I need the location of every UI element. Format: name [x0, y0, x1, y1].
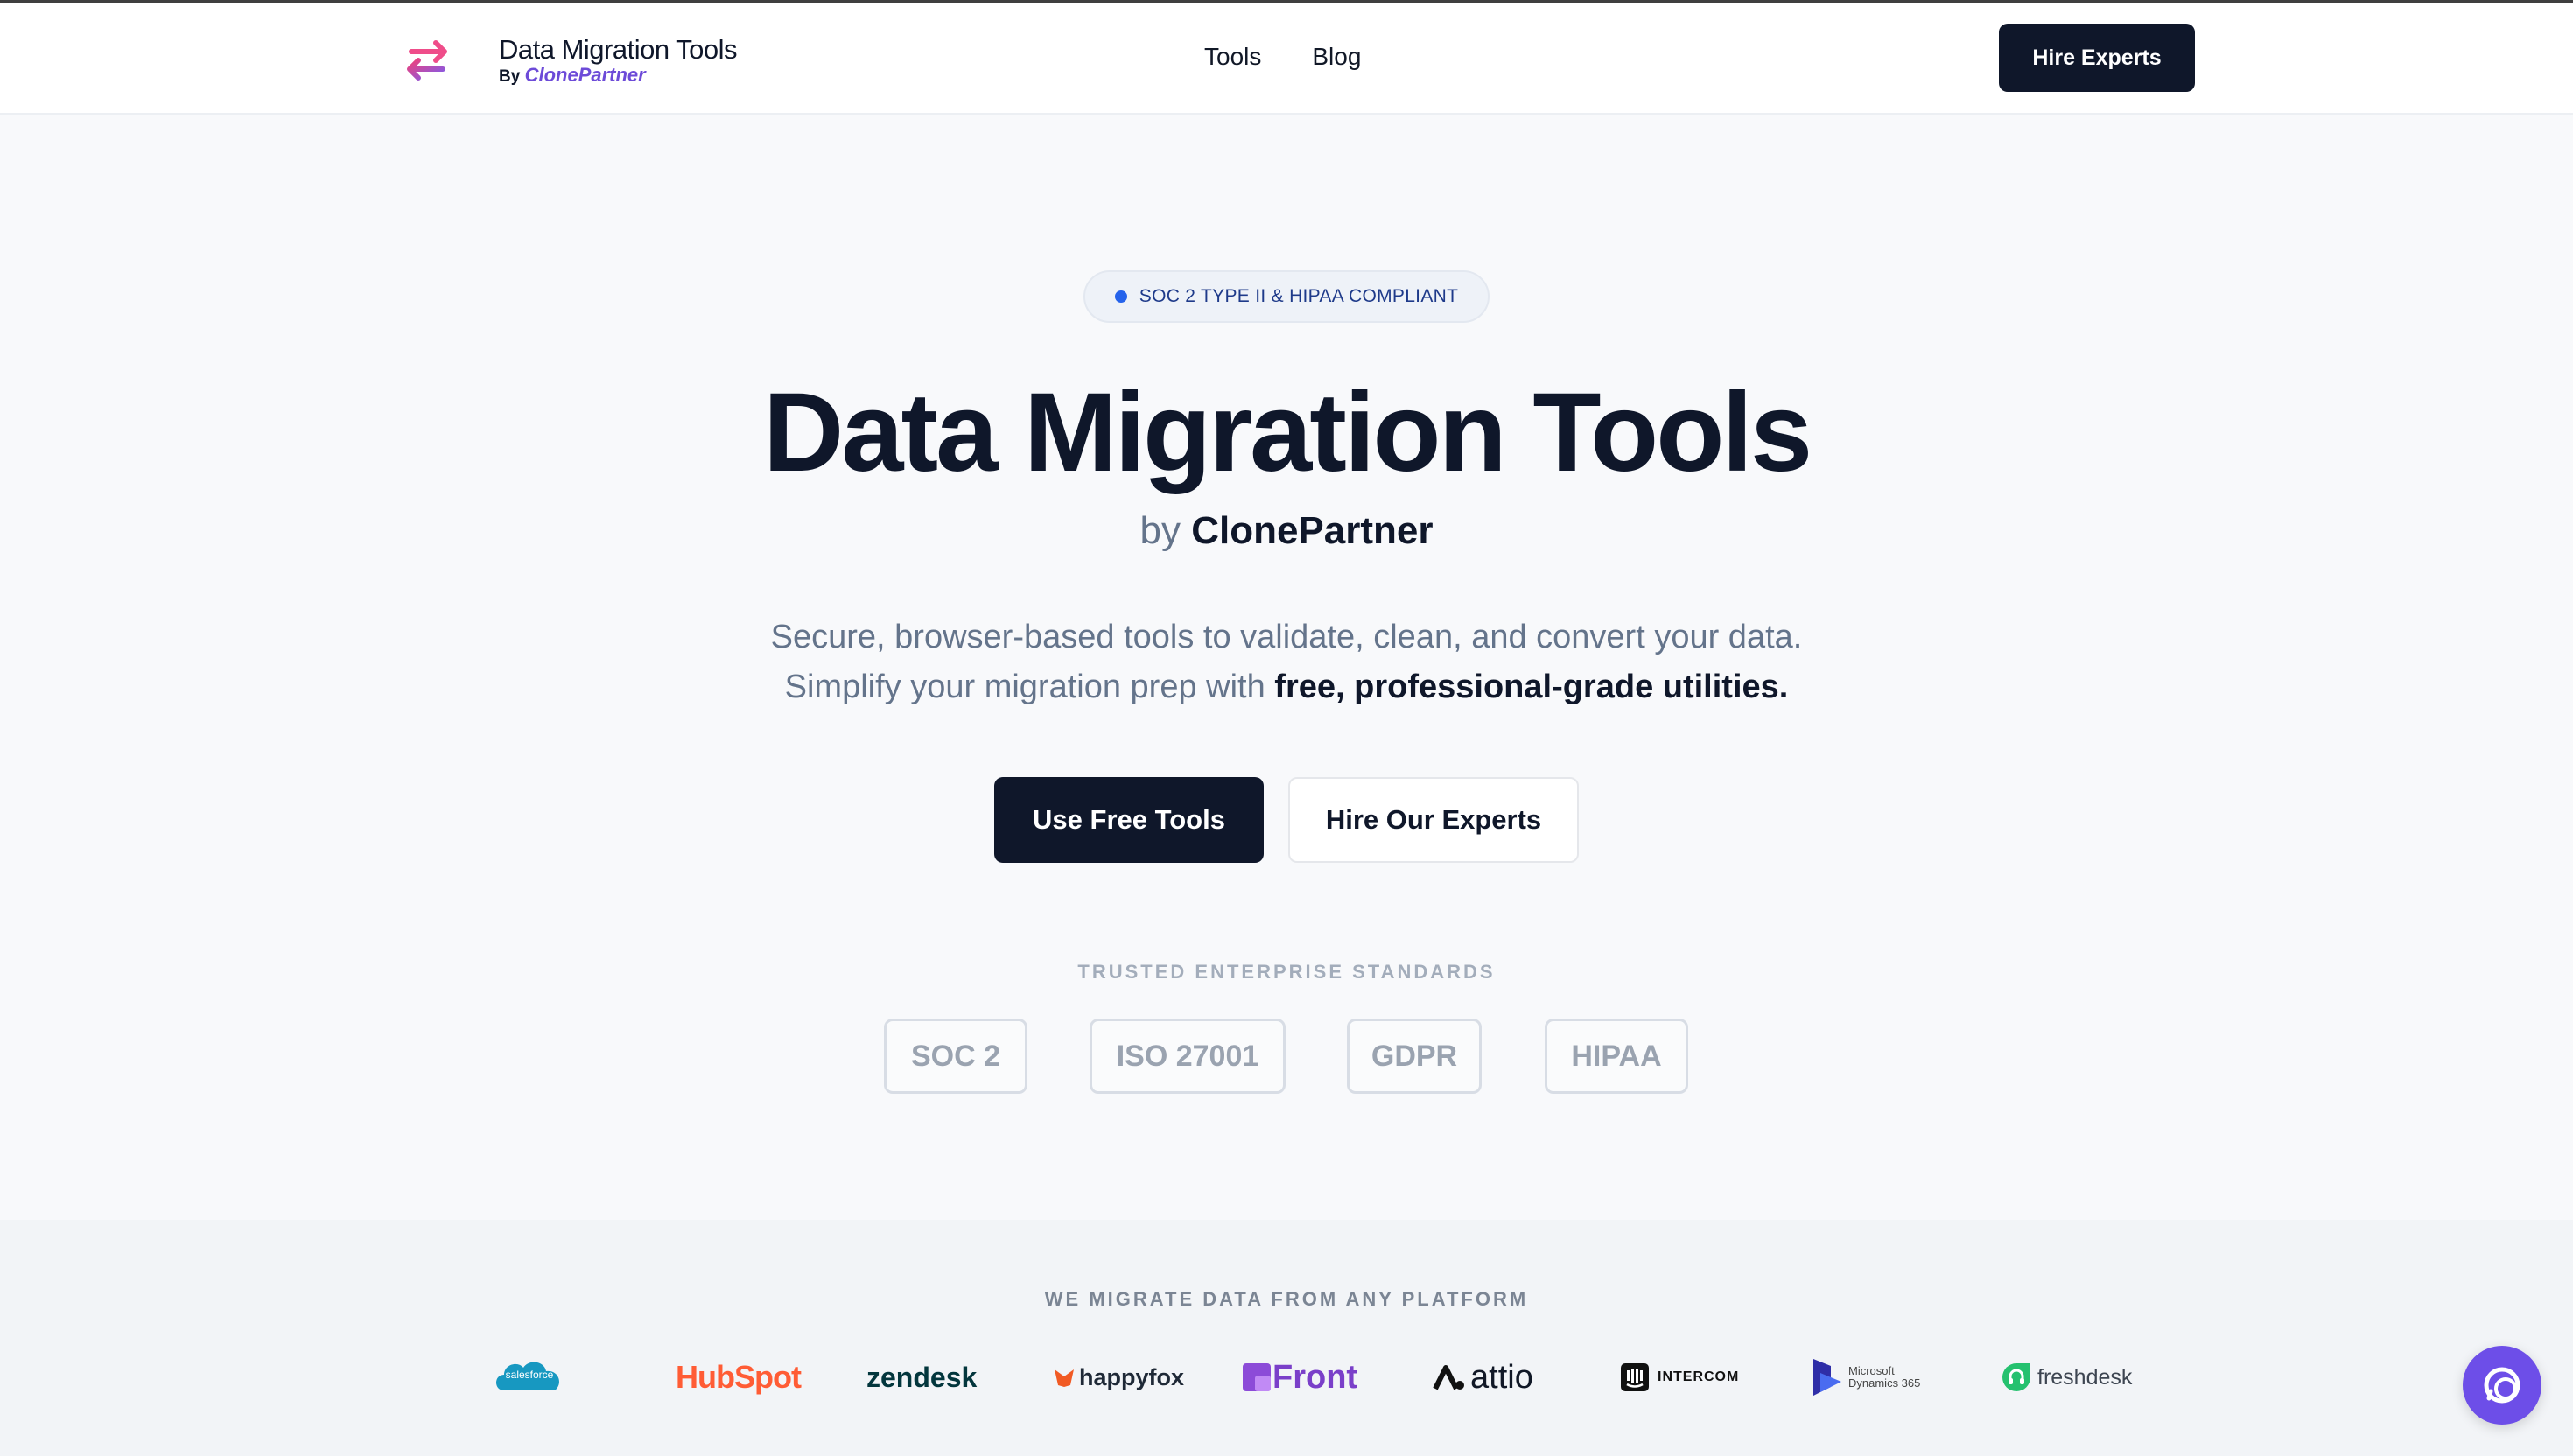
dynamics-icon — [1813, 1359, 1841, 1396]
site-header: Data Migration Tools By ClonePartner Too… — [0, 3, 2573, 115]
intercom-icon — [1621, 1363, 1649, 1391]
front-icon — [1243, 1363, 1271, 1391]
happyfox-logo: happyfox — [1053, 1351, 1184, 1404]
freshdesk-icon — [2002, 1363, 2030, 1391]
dynamics-label-2: Dynamics 365 — [1848, 1376, 1921, 1390]
dynamics365-logo: Microsoft Dynamics 365 — [1812, 1351, 1920, 1404]
badge-label: SOC 2 TYPE II & HIPAA COMPLIANT — [1139, 286, 1459, 306]
standards-heading: TRUSTED ENTERPRISE STANDARDS — [1077, 961, 1496, 983]
chat-launcher-button[interactable] — [2463, 1346, 2541, 1424]
standard-iso27001: ISO 27001 — [1090, 1018, 1286, 1094]
freshdesk-label: freshdesk — [2037, 1364, 2133, 1390]
site-logo[interactable]: Data Migration Tools By ClonePartner — [399, 32, 738, 88]
platforms-heading: WE MIGRATE DATA FROM ANY PLATFORM — [1044, 1288, 1529, 1310]
page-title: Data Migration Tools — [762, 370, 1812, 495]
hero-byline: by ClonePartner — [0, 509, 2573, 553]
logo-subtitle: By ClonePartner — [499, 66, 737, 87]
dynamics-text: Microsoft Dynamics 365 — [1848, 1365, 1920, 1390]
platforms-section: WE MIGRATE DATA FROM ANY PLATFORM salesf… — [0, 1220, 2573, 1456]
standard-soc2: SOC 2 — [884, 1018, 1027, 1094]
hubspot-label: HubSpot — [676, 1359, 802, 1395]
use-free-tools-button[interactable]: Use Free Tools — [994, 777, 1264, 863]
attio-logo: attio — [1432, 1351, 1533, 1404]
nav-tools[interactable]: Tools — [1204, 43, 1261, 71]
front-label: Front — [1272, 1358, 1358, 1396]
zendesk-logo: zendesk — [866, 1351, 977, 1404]
description-line-2-bold: free, professional-grade utilities. — [1274, 668, 1789, 705]
freshdesk-logo: freshdesk — [2001, 1351, 2132, 1404]
salesforce-logo: salesforce — [492, 1351, 567, 1404]
description-line-2: Simplify your migration prep with free, … — [0, 662, 2573, 712]
logo-title: Data Migration Tools — [499, 34, 738, 65]
chat-icon — [2484, 1367, 2520, 1404]
main-nav: Tools Blog — [1204, 43, 1361, 71]
zendesk-label: zendesk — [866, 1361, 978, 1393]
attio-icon — [1433, 1365, 1464, 1390]
logo-by: By — [499, 67, 521, 86]
byline-prefix: by — [1139, 509, 1181, 552]
dynamics-label-1: Microsoft — [1848, 1364, 1895, 1377]
hero-description: Secure, browser-based tools to validate,… — [0, 612, 2573, 712]
description-line-1: Secure, browser-based tools to validate,… — [770, 619, 1803, 655]
byline-brand: ClonePartner — [1191, 509, 1434, 552]
happyfox-icon — [1055, 1369, 1074, 1387]
standard-hipaa: HIPAA — [1545, 1018, 1688, 1094]
salesforce-label: salesforce — [505, 1368, 554, 1381]
standard-gdpr: GDPR — [1347, 1018, 1482, 1094]
description-line-2-prefix: Simplify your migration prep with — [784, 668, 1265, 705]
nav-blog[interactable]: Blog — [1312, 43, 1361, 71]
intercom-label: INTERCOM — [1658, 1369, 1740, 1384]
intercom-logo: INTERCOM — [1621, 1351, 1739, 1404]
compliance-badge: SOC 2 TYPE II & HIPAA COMPLIANT — [1083, 270, 1490, 323]
attio-label: attio — [1470, 1358, 1533, 1396]
swap-arrows-icon — [407, 40, 447, 80]
logo-brand: ClonePartner — [524, 64, 646, 86]
happyfox-label: happyfox — [1079, 1363, 1185, 1390]
hire-our-experts-button[interactable]: Hire Our Experts — [1288, 777, 1579, 863]
hubspot-logo: HubSpot — [676, 1351, 802, 1404]
hire-experts-button[interactable]: Hire Experts — [1999, 24, 2195, 92]
front-logo: Front — [1243, 1351, 1357, 1404]
badge-dot-icon — [1114, 290, 1127, 303]
